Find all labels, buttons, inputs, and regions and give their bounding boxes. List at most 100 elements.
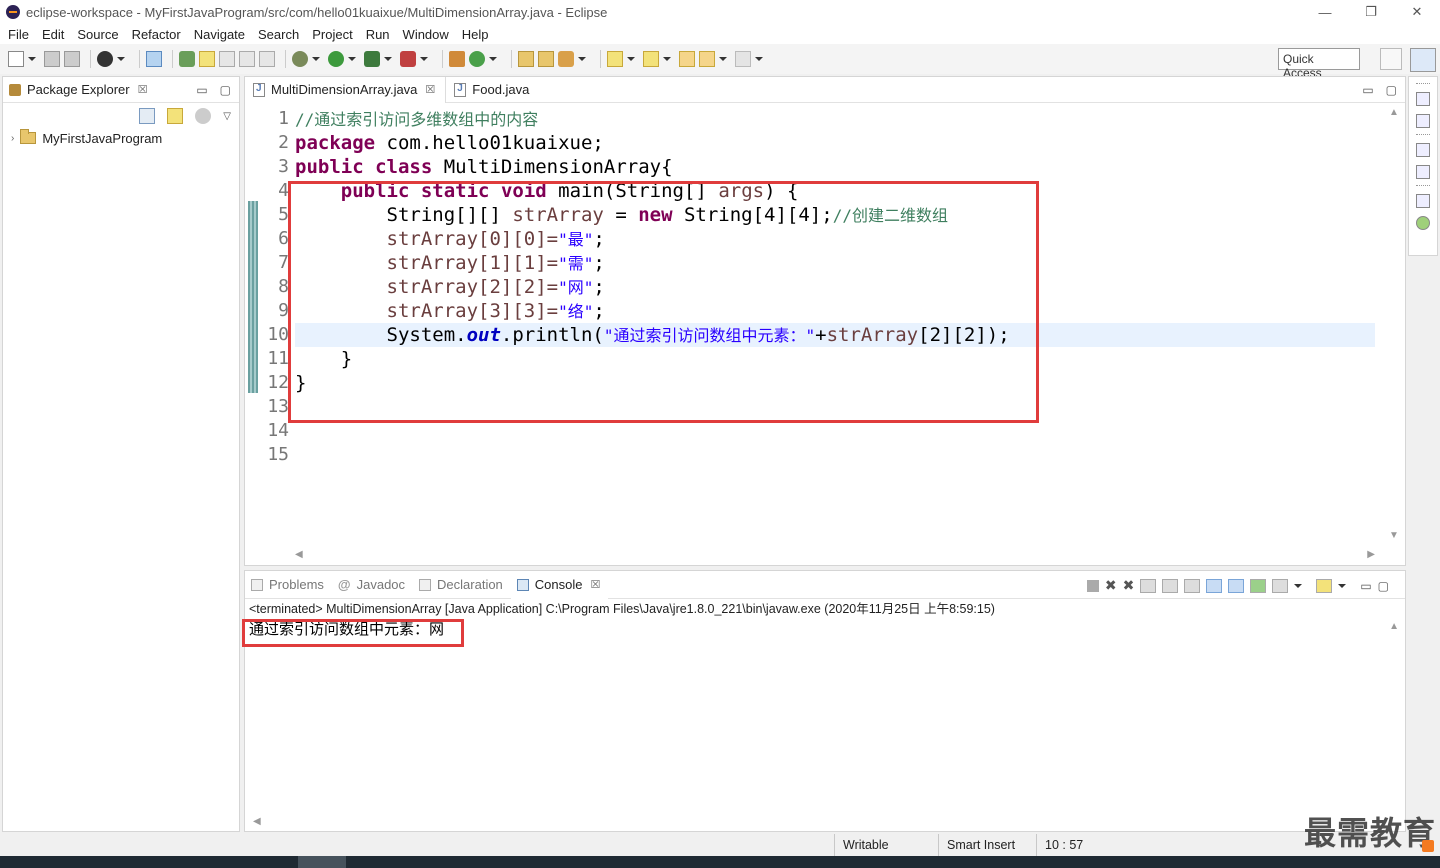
debug-icon[interactable] [292,51,308,67]
restore-icon[interactable] [1416,92,1430,106]
save-icon[interactable] [44,51,60,67]
terminate-icon[interactable] [1086,579,1099,592]
run-icon[interactable] [328,51,344,67]
menu-project[interactable]: Project [306,27,359,42]
last-edit-location-icon[interactable] [679,51,695,67]
remove-all-terminated-icon[interactable]: ✖ [1123,577,1135,594]
new-java-package-icon[interactable] [449,51,465,67]
minimize-button[interactable]: — [1302,0,1348,24]
outline-icon[interactable] [1416,165,1430,179]
word-wrap-icon[interactable] [1184,578,1201,593]
next-annotation-caret[interactable] [627,57,635,61]
open-console-caret[interactable] [1338,583,1347,588]
skip-breakpoints-icon[interactable] [146,51,162,67]
show-on-stderr-icon[interactable] [1228,578,1245,593]
menu-run[interactable]: Run [360,27,397,42]
close-icon[interactable]: ☒ [138,83,148,96]
minimize-view-icon[interactable]: ▭ [1362,83,1373,97]
view-menu-icon[interactable]: ▽ [223,111,231,122]
code-area[interactable]: 1 2 3 4 5 6 7 8 9 10 11 12 13 14 15 //通过… [245,103,1405,551]
quick-access-input[interactable]: Quick Access [1278,48,1360,80]
scroll-up-icon[interactable]: ▲ [1387,107,1401,118]
menu-edit[interactable]: Edit [36,27,71,42]
scroll-down-icon[interactable]: ▼ [1387,530,1401,541]
tab-console[interactable]: Console ☒ [510,570,609,599]
display-console-icon[interactable] [1272,578,1289,593]
open-task-icon[interactable] [538,51,554,67]
maximize-view-icon[interactable]: ▢ [1378,579,1389,593]
scroll-right-icon[interactable]: ▶ [1367,549,1375,563]
external-tools-icon[interactable] [400,51,416,67]
save-all-icon[interactable] [64,51,80,67]
collapse-all-icon[interactable] [139,108,156,124]
menu-file[interactable]: File [2,27,36,42]
block-selection-icon[interactable] [239,51,255,67]
coverage-dropdown-caret[interactable] [384,57,392,61]
clear-console-icon[interactable] [1140,578,1157,593]
close-icon[interactable]: ☒ [591,578,601,591]
previous-annotation-caret[interactable] [663,57,671,61]
coverage-icon[interactable] [364,51,380,67]
maximize-view-icon[interactable]: ▢ [220,83,231,97]
close-button[interactable]: ✕ [1394,0,1440,24]
console-vertical-scrollbar[interactable]: ▲ [1389,621,1399,632]
open-type-icon[interactable] [179,51,195,67]
tab-problems[interactable]: Problems [245,571,332,599]
spring-icon[interactable] [1416,216,1430,230]
menu-window[interactable]: Window [397,27,456,42]
search-torch-icon[interactable] [558,51,574,67]
minimize-view-icon[interactable]: ▭ [1360,579,1371,593]
new-class-dropdown-caret[interactable] [489,57,497,61]
menu-help[interactable]: Help [456,27,496,42]
back-arrow-icon[interactable] [699,51,715,67]
open-perspective-icon[interactable] [1380,48,1402,70]
taskbar-item[interactable] [298,856,346,868]
debug-dropdown-caret[interactable] [312,57,320,61]
show-on-stdout-icon[interactable] [1206,578,1223,593]
open-console-icon[interactable] [1316,578,1333,593]
profile-dropdown-caret[interactable] [117,57,125,61]
open-folder-icon[interactable] [518,51,534,67]
mark-occurrences-icon[interactable] [199,51,215,67]
restore-button[interactable]: ❐ [1348,0,1394,24]
profile-icon[interactable] [97,51,113,67]
tab-declaration[interactable]: Declaration [413,571,511,599]
scroll-lock-icon[interactable] [1162,578,1179,593]
forward-arrow-icon[interactable] [735,51,751,67]
tab-food-java[interactable]: Food.java [446,77,539,103]
tree-item-project[interactable]: › MyFirstJavaProgram [3,129,239,147]
menu-search[interactable]: Search [252,27,306,42]
tab-package-explorer[interactable]: Package Explorer ☒ [3,77,156,103]
restore-icon[interactable] [1416,194,1430,208]
focus-icon[interactable] [195,108,212,124]
external-tools-dropdown-caret[interactable] [420,57,428,61]
expand-caret-icon[interactable]: › [11,133,14,144]
close-icon[interactable]: ☒ [425,83,435,96]
display-console-caret[interactable] [1294,583,1303,588]
editor-vertical-scrollbar[interactable]: ▲ ▼ [1387,107,1401,547]
maximize-view-icon[interactable]: ▢ [1386,83,1397,97]
menu-navigate[interactable]: Navigate [188,27,252,42]
task-list-icon[interactable] [1416,114,1430,128]
console-horizontal-scrollbar[interactable]: ◀ [253,816,261,827]
forward-dropdown-caret[interactable] [755,57,763,61]
remove-launch-icon[interactable]: ✖ [1105,577,1117,594]
tab-multidimensionarray-java[interactable]: MultiDimensionArray.java ☒ [245,76,447,103]
search-dropdown-caret[interactable] [578,57,586,61]
show-whitespace-icon[interactable] [259,51,275,67]
next-annotation-icon[interactable] [607,51,623,67]
scroll-left-icon[interactable]: ◀ [295,549,303,563]
menu-source[interactable]: Source [71,27,125,42]
new-java-class-icon[interactable] [469,51,485,67]
run-dropdown-caret[interactable] [348,57,356,61]
new-dropdown-caret[interactable] [28,57,36,61]
new-icon[interactable] [8,51,24,67]
back-dropdown-caret[interactable] [719,57,727,61]
pin-console-icon[interactable] [1250,578,1267,593]
menu-refactor[interactable]: Refactor [126,27,188,42]
previous-annotation-icon[interactable] [643,51,659,67]
annotation-nav-icon[interactable] [219,51,235,67]
java-perspective-icon[interactable] [1410,48,1436,72]
link-with-editor-icon[interactable] [167,108,184,124]
tab-javadoc[interactable]: @ Javadoc [332,571,413,599]
